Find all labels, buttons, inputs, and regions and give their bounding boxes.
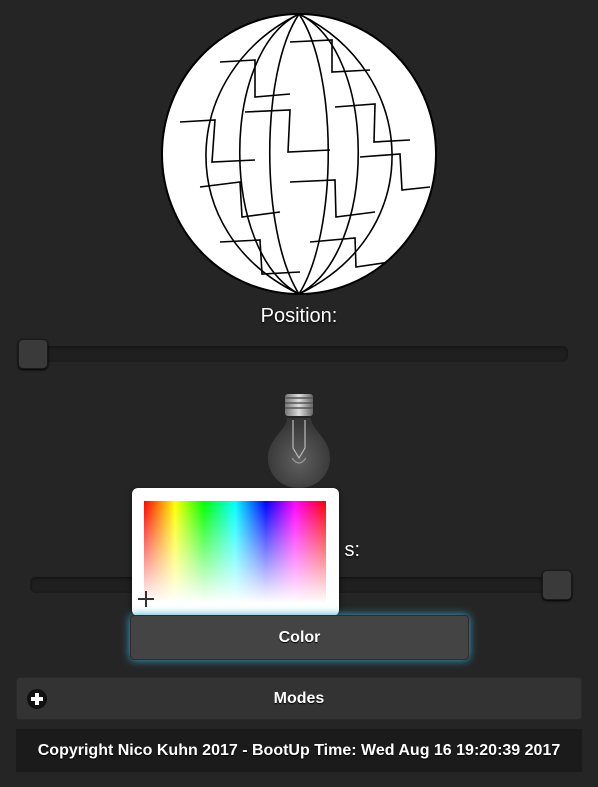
color-spectrum[interactable] [138, 501, 326, 607]
modes-label: Modes [273, 690, 325, 707]
brightness-slider-thumb[interactable] [542, 570, 572, 600]
modes-collapsible[interactable]: Modes [16, 677, 582, 720]
footer-copyright: Copyright Nico Kuhn 2017 - BootUp Time: … [16, 729, 582, 772]
app-root: Position: s: Color Modes Copyright Nico … [0, 0, 598, 787]
position-slider[interactable] [18, 339, 568, 369]
color-picker-popup [132, 488, 339, 616]
light-bulb-icon [268, 394, 330, 488]
crosshair-icon[interactable] [138, 591, 154, 607]
position-slider-thumb[interactable] [18, 339, 48, 369]
plus-icon[interactable] [27, 689, 47, 709]
lamp-sphere-icon [161, 13, 437, 295]
position-label: Position: [260, 305, 338, 327]
color-button[interactable]: Color [130, 615, 469, 660]
